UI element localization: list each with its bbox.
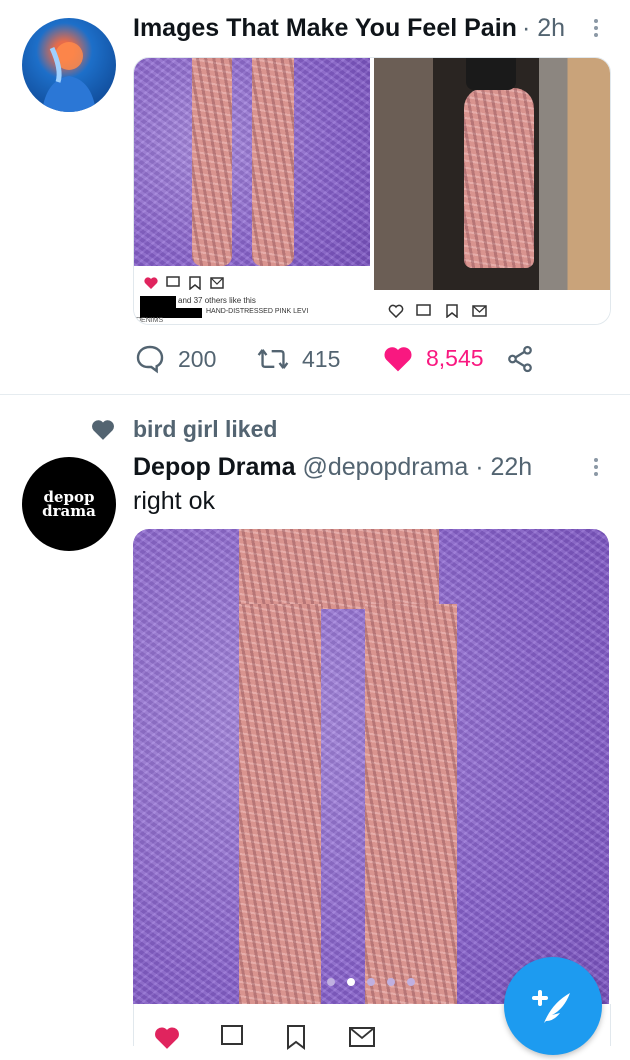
- liked-heart-icon: [92, 420, 114, 440]
- media-image-left[interactable]: and 37 others like this HAND-DISTRESSED …: [134, 58, 370, 324]
- tweet-timestamp[interactable]: · 2h: [522, 14, 565, 43]
- heart-icon: [155, 1027, 179, 1049]
- author-name[interactable]: Depop Drama: [133, 453, 296, 481]
- photo-jeans-right-leg: [252, 58, 294, 266]
- comment-icon: [221, 1025, 243, 1045]
- comment-icon: [416, 304, 431, 316]
- more-icon[interactable]: [586, 16, 606, 40]
- embedded-likes-redaction: [140, 296, 176, 308]
- comment-icon: [166, 276, 180, 287]
- author-name[interactable]: Images That Make You Feel Pain: [133, 14, 517, 43]
- bookmark-icon: [189, 276, 201, 290]
- separator: ·: [522, 14, 531, 42]
- heart-outline-icon: [388, 304, 404, 318]
- compose-button[interactable]: [504, 957, 602, 1055]
- brain-icon: [42, 42, 96, 112]
- tweet-time[interactable]: 22h: [491, 453, 533, 481]
- message-icon: [210, 277, 224, 289]
- embedded-likes-text: and 37 others like this: [178, 296, 256, 305]
- tweet-media[interactable]: and 37 others like this HAND-DISTRESSED …: [133, 57, 611, 325]
- retweet-icon: [257, 349, 289, 369]
- photo-jeans-left-leg: [192, 58, 232, 266]
- social-context[interactable]: bird girl liked: [133, 416, 277, 443]
- reply-count: 200: [178, 345, 217, 372]
- embedded-actions: [144, 276, 224, 290]
- photo-top: [466, 58, 516, 90]
- tweet-text: right ok: [133, 487, 215, 515]
- retweet-count: 415: [302, 345, 341, 372]
- photo-jeans-right-leg: [365, 604, 457, 1004]
- media-image-right[interactable]: [374, 58, 610, 324]
- heart-icon: [144, 277, 158, 289]
- retweet-button[interactable]: 415: [256, 343, 340, 375]
- message-icon: [349, 1027, 375, 1047]
- reply-icon: [136, 345, 164, 374]
- share-icon: [508, 345, 532, 373]
- tweet-media[interactable]: [133, 529, 609, 1004]
- like-count: 8,545: [426, 344, 484, 371]
- message-icon: [472, 305, 487, 317]
- photo-jeans-left-leg: [239, 604, 321, 1004]
- embedded-actions: [152, 1024, 378, 1050]
- embedded-caption: HAND-DISTRESSED PINK LEVI: [206, 308, 309, 315]
- author-handle[interactable]: @depopdrama: [303, 453, 469, 481]
- more-icon[interactable]: [586, 455, 606, 479]
- embedded-actions-right: [388, 304, 488, 318]
- embedded-caption-2: DENIMS: [136, 317, 164, 324]
- photo-jeans-worn: [464, 88, 534, 268]
- author-avatar[interactable]: depop drama: [22, 457, 116, 551]
- time: 2h: [537, 14, 566, 42]
- like-button[interactable]: 8,545: [382, 343, 484, 373]
- carousel-dots[interactable]: [327, 978, 415, 986]
- tweet-divider: [0, 394, 630, 395]
- photo-jeans-waist: [239, 529, 439, 609]
- avatar-logo-text: depop drama: [42, 488, 96, 520]
- author-avatar[interactable]: [22, 18, 116, 112]
- heart-icon: [384, 347, 412, 372]
- reply-button[interactable]: 200: [134, 343, 216, 375]
- share-button[interactable]: [505, 344, 535, 379]
- tweet-header: Depop Drama @depopdrama · 22h: [133, 453, 532, 482]
- separator: ·: [475, 453, 484, 481]
- bookmark-icon: [287, 1025, 305, 1050]
- bookmark-icon: [446, 304, 458, 318]
- compose-icon: [532, 990, 570, 1023]
